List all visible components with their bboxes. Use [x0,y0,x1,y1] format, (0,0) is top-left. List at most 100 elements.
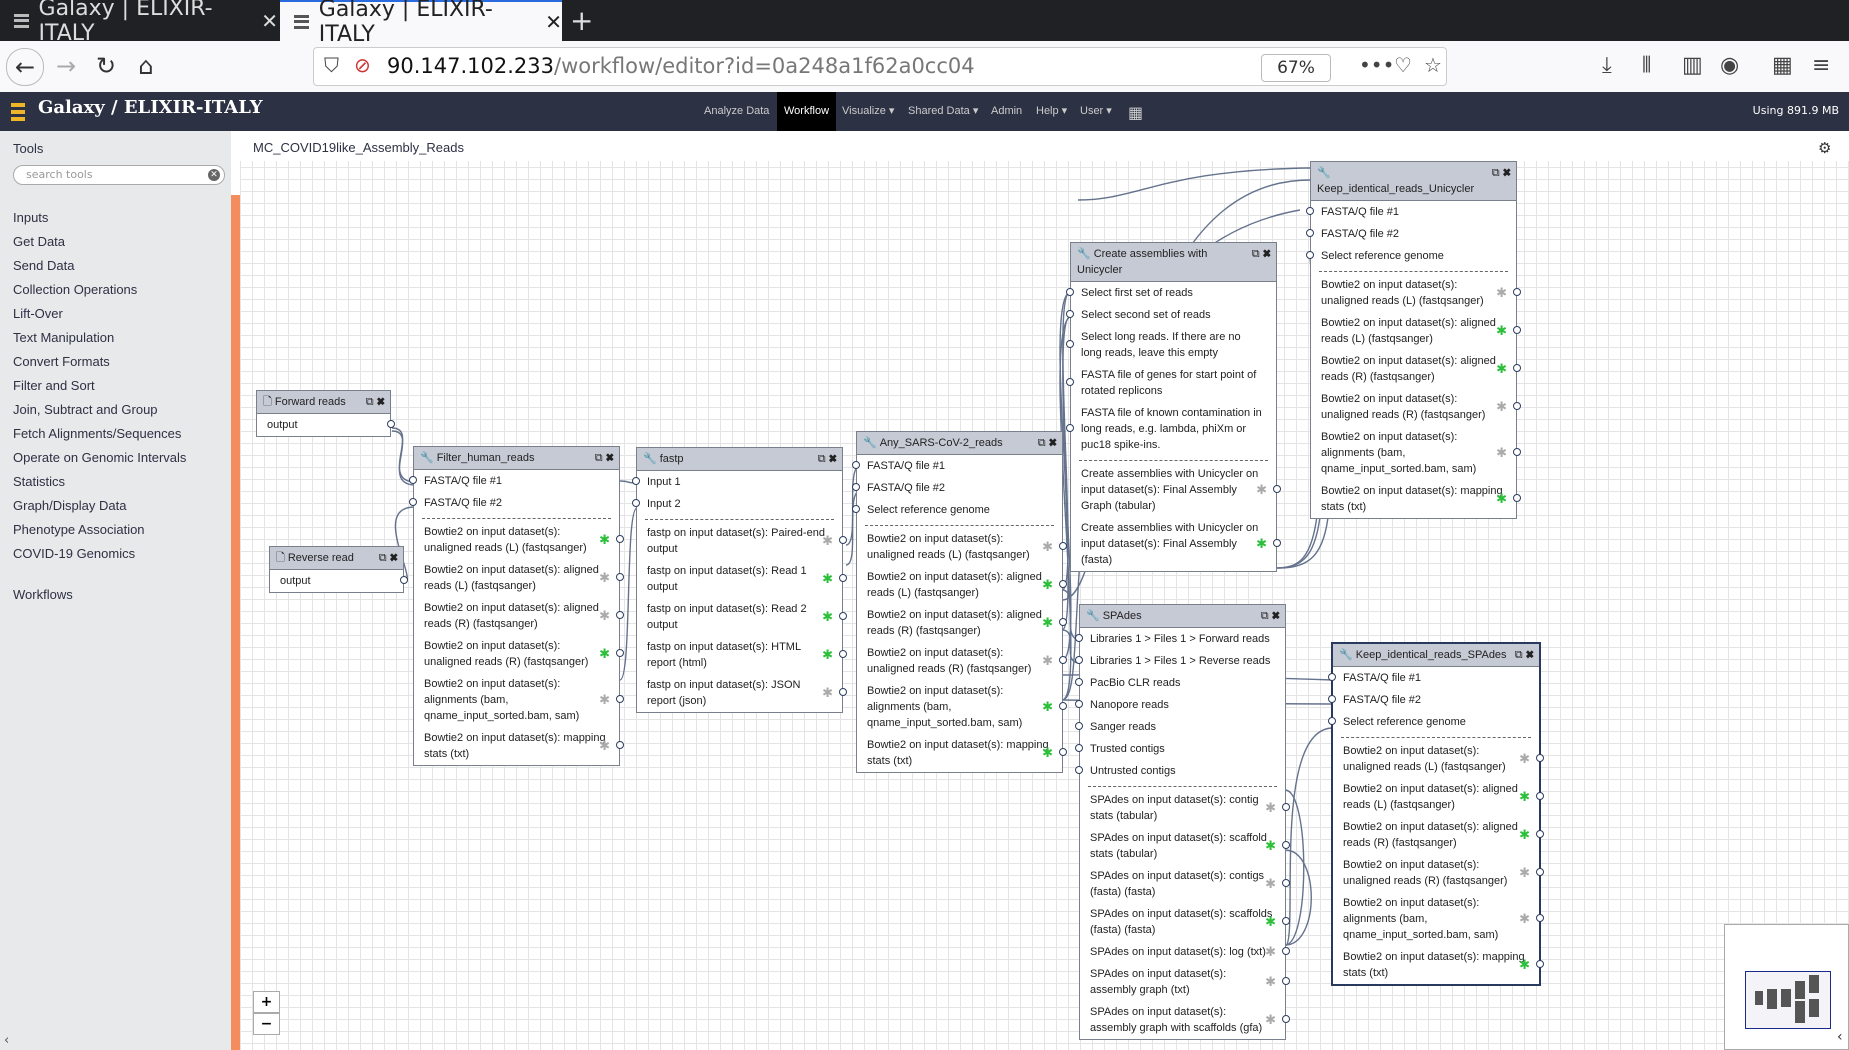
output-terminal[interactable] [1513,494,1521,502]
workflow-output-star-icon[interactable]: ✱ [1042,653,1053,669]
workflow-output-star-icon[interactable]: ✱ [1042,699,1053,715]
workflow-overview-minimap[interactable]: ‹ [1724,924,1849,1050]
input-terminal[interactable] [852,505,860,513]
workflow-output-star-icon[interactable]: ✱ [1496,361,1507,377]
node-header[interactable]: 🔧 fastp ⧉ ✖ [637,448,842,471]
input-terminal[interactable] [1328,695,1336,703]
output-terminal[interactable] [1536,868,1544,876]
workflow-output-star-icon[interactable]: ✱ [1519,911,1530,927]
output-terminal[interactable] [1536,754,1544,762]
workflow-node-spades[interactable]: 🔧 SPAdes ⧉ ✖ Libraries 1 > Files 1 > Forwa… [1075,604,1290,1040]
copy-icon[interactable]: ⧉ [595,452,603,464]
output-terminal[interactable] [839,688,847,696]
input-terminal[interactable] [1066,424,1074,432]
input-terminal[interactable] [1066,378,1074,386]
node-header[interactable]: 🔧 Filter_human_reads ⧉ ✖ [414,447,619,470]
copy-icon[interactable]: ⧉ [1261,610,1269,622]
zoom-in-button[interactable]: + [253,991,280,1013]
input-terminal[interactable] [1075,700,1083,708]
output-terminal[interactable] [616,535,624,543]
output-terminal[interactable] [616,573,624,581]
node-header[interactable]: 🔧 SPAdes ⧉ ✖ [1080,605,1285,628]
output-terminal[interactable] [1513,326,1521,334]
workflow-node-any-sars-cov-2-reads[interactable]: 🔧 Any_SARS-CoV-2_reads ⧉ ✖ FASTA/Q file #1… [852,431,1067,773]
workflow-output-star-icon[interactable]: ✱ [822,685,833,701]
input-terminal[interactable] [409,476,417,484]
output-terminal[interactable] [1282,917,1290,925]
input-terminal[interactable] [852,483,860,491]
input-terminal[interactable] [1075,744,1083,752]
output-terminal[interactable] [1059,656,1067,664]
output-terminal[interactable] [1282,947,1290,955]
node-header[interactable]: 🔧 Keep_identical_reads_SPAdes ⧉ ✖ [1333,644,1539,667]
output-terminal[interactable] [839,574,847,582]
workflow-output-star-icon[interactable]: ✱ [599,570,610,586]
input-terminal[interactable] [1075,722,1083,730]
workflow-output-star-icon[interactable]: ✱ [1256,482,1267,498]
delete-icon[interactable]: ✖ [377,396,385,408]
output-terminal[interactable] [400,576,408,584]
workflow-output-star-icon[interactable]: ✱ [1496,445,1507,461]
output-terminal[interactable] [616,695,624,703]
output-terminal[interactable] [1059,702,1067,710]
output-terminal[interactable] [1513,448,1521,456]
delete-icon[interactable]: ✖ [1503,167,1511,179]
delete-icon[interactable]: ✖ [1526,649,1534,661]
output-terminal[interactable] [387,420,395,428]
workflow-output-star-icon[interactable]: ✱ [1519,751,1530,767]
workflow-output-star-icon[interactable]: ✱ [1265,1012,1276,1028]
output-terminal[interactable] [1059,580,1067,588]
input-terminal[interactable] [632,499,640,507]
workflow-output-star-icon[interactable]: ✱ [822,571,833,587]
output-terminal[interactable] [1282,977,1290,985]
node-header[interactable]: 🔧 Any_SARS-CoV-2_reads ⧉ ✖ [857,432,1062,455]
workflow-output-star-icon[interactable]: ✱ [1265,876,1276,892]
input-terminal[interactable] [409,498,417,506]
workflow-output-star-icon[interactable]: ✱ [1042,615,1053,631]
output-terminal[interactable] [1059,748,1067,756]
output-terminal[interactable] [1536,914,1544,922]
input-terminal[interactable] [1066,340,1074,348]
output-terminal[interactable] [1536,792,1544,800]
input-terminal[interactable] [1075,766,1083,774]
workflow-node-unicycler[interactable]: 🔧 Create assemblies with Unicycler ⧉ ✖ Sel… [1066,242,1281,572]
workflow-output-star-icon[interactable]: ✱ [1265,914,1276,930]
workflow-node-keep-identical-unicycler[interactable]: 🔧 Keep_identical_reads_Unicycler ⧉ ✖ FASTA… [1306,161,1521,519]
delete-icon[interactable]: ✖ [1263,248,1271,260]
workflow-output-star-icon[interactable]: ✱ [1042,745,1053,761]
input-terminal[interactable] [1306,207,1314,215]
workflow-node-keep-identical-spades[interactable]: 🔧 Keep_identical_reads_SPAdes ⧉ ✖ FASTA/Q … [1328,642,1544,986]
workflow-output-star-icon[interactable]: ✱ [1496,285,1507,301]
output-terminal[interactable] [1059,542,1067,550]
output-terminal[interactable] [839,612,847,620]
workflow-output-star-icon[interactable]: ✱ [599,646,610,662]
workflow-output-star-icon[interactable]: ✱ [1265,838,1276,854]
workflow-node-forward-reads[interactable]: 🗋 Forward reads ⧉ ✖ output [256,390,395,437]
workflow-output-star-icon[interactable]: ✱ [1519,789,1530,805]
input-terminal[interactable] [1066,310,1074,318]
workflow-output-star-icon[interactable]: ✱ [1496,491,1507,507]
output-terminal[interactable] [1273,539,1281,547]
output-terminal[interactable] [616,611,624,619]
workflow-output-star-icon[interactable]: ✱ [1519,865,1530,881]
delete-icon[interactable]: ✖ [390,552,398,564]
workflow-output-star-icon[interactable]: ✱ [1256,536,1267,552]
output-terminal[interactable] [1059,618,1067,626]
copy-icon[interactable]: ⧉ [366,396,374,408]
workflow-output-star-icon[interactable]: ✱ [822,647,833,663]
overview-collapse-icon[interactable]: ‹ [1837,1029,1843,1045]
input-terminal[interactable] [852,461,860,469]
copy-icon[interactable]: ⧉ [1252,248,1260,260]
node-header[interactable]: 🔧 Keep_identical_reads_Unicycler ⧉ ✖ [1311,162,1516,201]
workflow-output-star-icon[interactable]: ✱ [599,608,610,624]
node-header[interactable]: 🔧 Create assemblies with Unicycler ⧉ ✖ [1071,243,1276,282]
output-terminal[interactable] [1282,803,1290,811]
workflow-output-star-icon[interactable]: ✱ [599,692,610,708]
workflow-node-fastp[interactable]: 🔧 fastp ⧉ ✖ Input 1 Input 2 fastp on input… [632,447,847,713]
workflow-node-filter-human-reads[interactable]: 🔧 Filter_human_reads ⧉ ✖ FASTA/Q file #1 F… [409,446,624,766]
output-terminal[interactable] [1536,830,1544,838]
workflow-output-star-icon[interactable]: ✱ [822,533,833,549]
output-terminal[interactable] [839,650,847,658]
workflow-output-star-icon[interactable]: ✱ [1519,827,1530,843]
input-terminal[interactable] [1066,288,1074,296]
